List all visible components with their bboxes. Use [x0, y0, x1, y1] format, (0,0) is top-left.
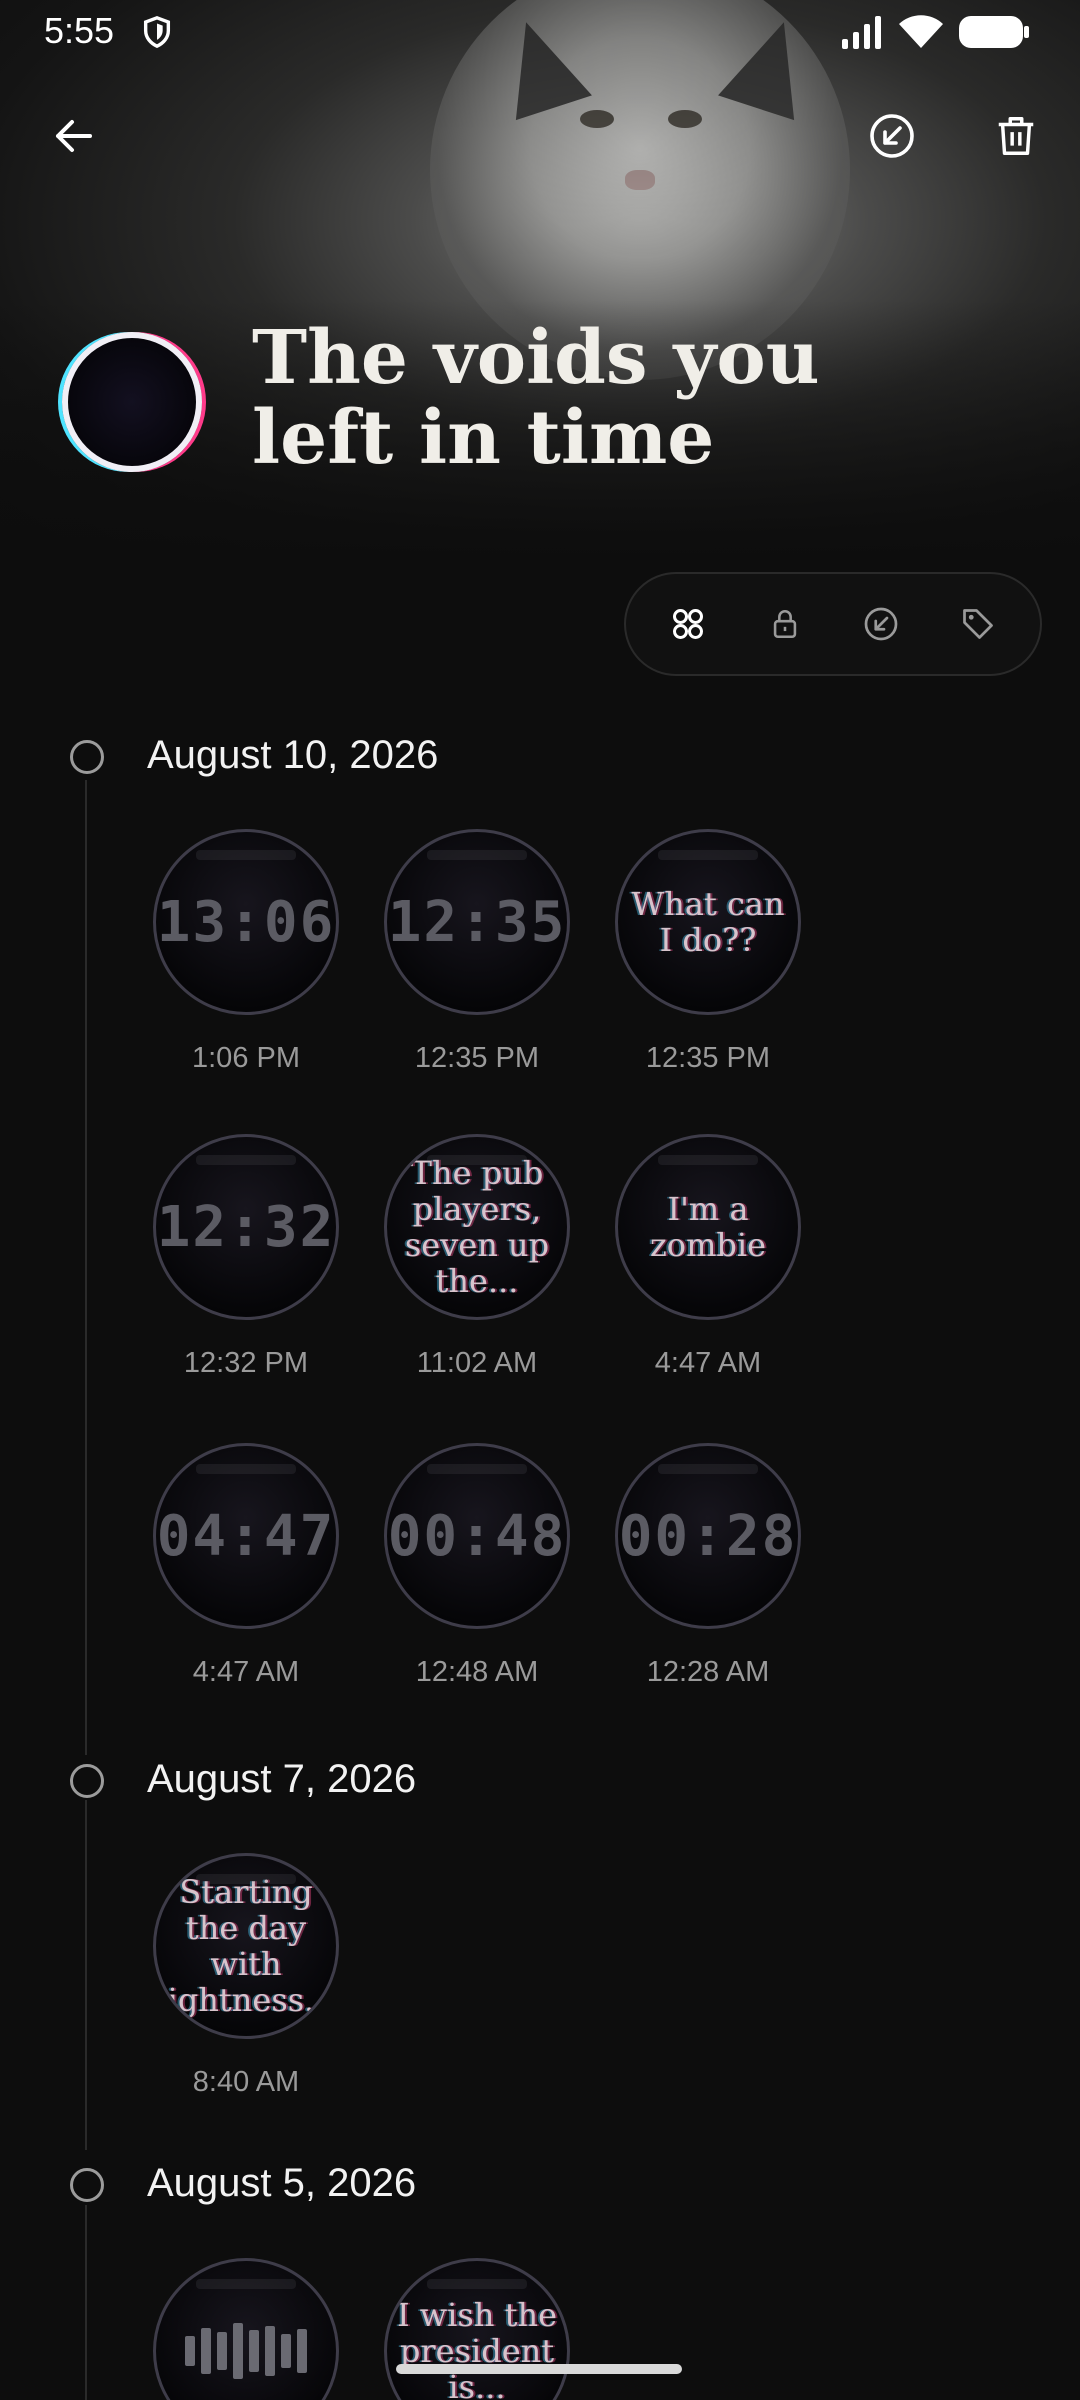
entry-time: 1:06 PM [192, 1042, 300, 1074]
status-bar: 5:55 [0, 0, 1080, 64]
entry-display: 12:32 [156, 1194, 336, 1260]
date-header: August 10, 2026 [147, 733, 439, 777]
entry-time: 12:32 PM [183, 1347, 309, 1379]
entry-bubble[interactable]: 12:32 [153, 1134, 339, 1320]
timeline-line [85, 2205, 87, 2400]
entry-time: 8:40 AM [192, 2066, 300, 2098]
entry-bubble[interactable]: Starting the day with lightness... [153, 1853, 339, 2039]
filter-tags-button[interactable] [948, 594, 1008, 654]
filter-locked-button[interactable] [755, 594, 815, 654]
battery-icon [959, 16, 1029, 48]
export-button[interactable] [852, 96, 932, 176]
timeline-dot [70, 740, 104, 774]
filter-sent-button[interactable] [851, 594, 911, 654]
entry-display: Starting the day with lightness... [157, 1873, 335, 2019]
entry-bubble[interactable] [153, 2258, 339, 2400]
audio-wave-icon [185, 2323, 307, 2379]
entry-display: 12:35 [387, 889, 567, 955]
entry-time: 4:47 AM [192, 1656, 300, 1688]
filter-all-button[interactable] [658, 594, 718, 654]
entry-display: 00:28 [618, 1503, 798, 1569]
shield-icon [143, 16, 171, 49]
lock-icon [773, 610, 796, 639]
date-header: August 7, 2026 [147, 1757, 417, 1801]
back-button[interactable] [34, 96, 114, 176]
entry-bubble[interactable]: I wish the president is... [384, 2258, 570, 2400]
date-header: August 5, 2026 [147, 2161, 417, 2205]
trash-icon [998, 117, 1034, 155]
entry-display: What can I do?? [631, 885, 785, 959]
timeline-dot [70, 1764, 104, 1798]
entry-time: 12:48 AM [415, 1656, 539, 1688]
entry-display: 00:48 [387, 1503, 567, 1569]
tag-icon [962, 609, 993, 639]
entry-display: 04:47 [156, 1503, 336, 1569]
entry-time: 12:28 AM [646, 1656, 770, 1688]
entry-bubble[interactable]: 00:48 [384, 1443, 570, 1629]
entry-bubble[interactable]: What can I do?? [615, 829, 801, 1015]
grid-icon [673, 609, 704, 639]
entry-display: I wish the president is... [396, 2296, 558, 2400]
entry-display: 13:06 [156, 889, 336, 955]
entry-bubble[interactable]: 00:28 [615, 1443, 801, 1629]
arrow-left-icon [56, 120, 92, 152]
signal-icon [842, 16, 881, 49]
page-title: The voids you left in time [252, 315, 820, 481]
entry-bubble[interactable]: 12:35 [384, 829, 570, 1015]
status-time: 5:55 [44, 10, 115, 51]
timeline-dot [70, 2168, 104, 2202]
entry-display: The pub players, seven up the... [404, 1154, 550, 1300]
entry-time: 12:35 PM [645, 1042, 771, 1074]
delete-button[interactable] [976, 96, 1056, 176]
filter-bar [624, 572, 1042, 676]
entry-time: 4:47 AM [654, 1347, 762, 1379]
home-indicator[interactable] [396, 2364, 682, 2374]
entry-bubble[interactable]: The pub players, seven up the... [384, 1134, 570, 1320]
entry-bubble[interactable]: 13:06 [153, 829, 339, 1015]
entry-time: 11:02 AM [416, 1347, 538, 1379]
entry-bubble[interactable]: 04:47 [153, 1443, 339, 1629]
timeline-line [85, 1800, 87, 2150]
void-avatar[interactable] [62, 332, 202, 472]
entry-display: I'm a zombie [649, 1190, 767, 1264]
wifi-icon [899, 15, 943, 48]
entry-time: 12:35 PM [414, 1042, 540, 1074]
timeline-line [85, 780, 87, 1755]
arrow-circle-icon [864, 607, 898, 641]
entry-bubble[interactable]: I'm a zombie [615, 1134, 801, 1320]
arrow-circle-icon [870, 114, 914, 158]
